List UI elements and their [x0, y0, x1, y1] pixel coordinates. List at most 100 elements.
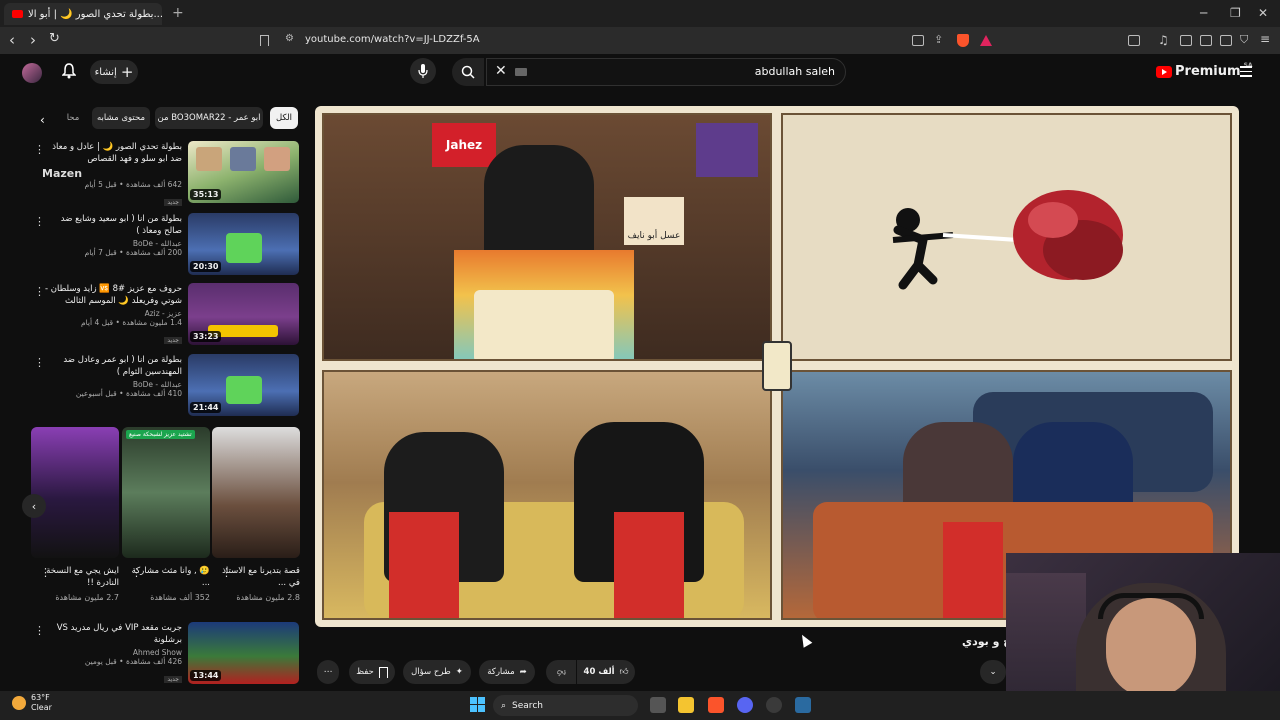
save-button[interactable]: حفظ — [349, 660, 395, 684]
more-options-icon[interactable]: ⋮ — [40, 566, 51, 579]
dislike-button[interactable]: 👍︎ — [546, 660, 576, 684]
video-thumbnail[interactable]: 21:44 — [188, 354, 299, 416]
taskbar-search-label: Search — [512, 700, 543, 711]
discord-icon[interactable] — [737, 697, 753, 713]
expand-description-chevron-icon[interactable]: ⌄ — [980, 660, 1006, 684]
search-button[interactable] — [452, 58, 484, 86]
item-stats: 200 ألف مشاهدة • قبل 7 أيام — [84, 248, 182, 257]
brave-browser-icon[interactable] — [708, 697, 724, 713]
minimize-button[interactable]: ─ — [1200, 6, 1207, 20]
chip-partial[interactable]: محا — [62, 107, 84, 129]
wallet-icon[interactable] — [1200, 35, 1212, 46]
create-button[interactable]: إنشاء + — [90, 60, 138, 84]
back-button[interactable]: ‹ — [9, 31, 15, 49]
windows-start-icon[interactable] — [470, 697, 485, 712]
item-channel[interactable]: عزيز - Aziz — [42, 309, 182, 318]
mouse-cursor-icon — [797, 632, 813, 648]
list-item[interactable]: ⋮ بطولة من انا ( ابو سعيد وشايع ضد صالح … — [30, 213, 300, 275]
more-options-icon[interactable]: ⋮ — [131, 566, 142, 579]
clear-search-icon[interactable]: ✕ — [495, 63, 507, 79]
item-meta: بطولة من انا ( ابو عمر وعادل ضد المهندسي… — [42, 354, 182, 398]
weather-condition: Clear — [31, 703, 52, 712]
browser-tab[interactable]: بطولة تحدي الصور 🌙 | أبو الا... ✕ — [4, 3, 162, 25]
item-title: جربت مقعد VIP في ريال مدريد VS برشلونة — [56, 623, 182, 645]
cast-icon[interactable] — [912, 35, 924, 46]
windows-taskbar: 63°F Clear ⌕ Search — [0, 691, 1280, 720]
list-item[interactable]: ⋮ بطولة تحدي الصور 🌙 | عادل و معاذ ضد اب… — [30, 141, 300, 206]
more-options-icon[interactable]: ⋮ — [221, 566, 232, 579]
close-window-button[interactable]: ✕ — [1258, 6, 1268, 20]
podium-screen — [474, 290, 614, 359]
new-tab-button[interactable]: + — [172, 5, 184, 21]
more-actions-button[interactable]: ⋯ — [317, 660, 339, 684]
duration-badge: 20:30 — [190, 261, 222, 272]
address-bar[interactable]: youtube.com/watch?v=JJ-LDZZf-5A — [305, 34, 480, 45]
share-button[interactable]: مشاركة ➦ — [479, 660, 535, 684]
chip-from-channel[interactable]: من BO3OMAR22 - ابو عمر — [155, 107, 263, 129]
item-channel[interactable]: Ahmed Show — [42, 648, 182, 657]
maximize-button[interactable]: ❐ — [1230, 6, 1241, 20]
chip-related[interactable]: محتوى مشابه — [92, 107, 150, 129]
list-item[interactable]: ⋮ جربت مقعد VIP في ريال مدريد VS برشلونة… — [30, 622, 300, 684]
search-input[interactable]: ✕ abdullah saleh — [486, 58, 846, 86]
brave-shield-icon[interactable] — [957, 34, 969, 47]
duration-badge: 13:44 — [190, 670, 222, 681]
reload-button[interactable]: ↻ — [49, 31, 60, 46]
youtube-premium-logo[interactable]: Premium SA — [1156, 62, 1253, 79]
video-thumbnail[interactable]: 20:30 — [188, 213, 299, 275]
shorts-prev-chevron-icon[interactable]: ‹ — [22, 494, 46, 518]
list-item[interactable]: ⋮ حروف مع عزيز #8 🆚 زايد وسلطان - شوتي و… — [30, 283, 300, 345]
tug-of-war-meat-graphic — [892, 190, 1123, 290]
share-arrow-icon: ➦ — [519, 667, 527, 677]
forward-button[interactable]: › — [30, 31, 36, 49]
video-panel-meat — [781, 113, 1232, 361]
short-overlay-label: تشتيد عزيز لشبحكة صنيع — [126, 430, 195, 439]
voice-search-button[interactable] — [410, 58, 436, 84]
youtube-logo-icon — [1156, 65, 1172, 78]
brave-rewards-icon[interactable] — [980, 35, 992, 46]
notifications-bell-icon[interactable] — [62, 63, 76, 79]
item-channel[interactable]: Mazen — [42, 167, 182, 180]
item-channel[interactable]: عبدالله - BoDe — [42, 380, 182, 389]
list-item[interactable]: ⋮ بطولة من انا ( ابو عمر وعادل ضد المهند… — [30, 354, 300, 416]
obs-icon[interactable] — [766, 697, 782, 713]
item-title: بطولة تحدي الصور 🌙 | عادل و معاذ ضد ابو … — [52, 142, 182, 164]
duration-badge: 33:23 — [190, 331, 222, 342]
item-title: بطولة من انا ( ابو عمر وعادل ضد المهندسي… — [63, 355, 182, 377]
item-channel[interactable]: عبدالله - BoDe — [42, 239, 182, 248]
site-info-icon[interactable]: ⚙ — [285, 33, 294, 44]
duration-badge: 35:13 — [190, 189, 222, 200]
taskbar-search[interactable]: ⌕ Search — [493, 695, 638, 716]
short-thumbnail[interactable] — [31, 427, 119, 558]
video-thumbnail[interactable]: 33:23 — [188, 283, 299, 345]
short-thumbnail[interactable]: تشتيد عزيز لشبحكة صنيع — [122, 427, 210, 558]
honey-label: عسل أبو نايف — [624, 197, 684, 245]
task-view-icon[interactable] — [650, 697, 666, 713]
chip-all[interactable]: الكل — [270, 107, 298, 129]
short-thumbnail[interactable] — [212, 427, 300, 558]
video-thumbnail[interactable]: 13:44 — [188, 622, 299, 684]
microphone-icon — [418, 64, 428, 78]
ask-button[interactable]: طرح سؤال ✦ — [403, 660, 471, 684]
video-player[interactable]: Jahez عسل أبو نايف — [315, 106, 1239, 627]
purple-poster — [696, 123, 758, 177]
app-icon[interactable] — [795, 697, 811, 713]
guide-menu-icon[interactable] — [1240, 66, 1252, 80]
item-meta: جربت مقعد VIP في ريال مدريد VS برشلونة A… — [42, 622, 182, 685]
weather-widget[interactable]: 63°F Clear — [12, 693, 52, 713]
new-badge: جديد — [164, 676, 182, 683]
sidebar-icon[interactable] — [1180, 35, 1192, 46]
vpn-icon[interactable]: ⛉ — [1240, 33, 1248, 47]
short-views: 2.8 مليون مشاهدة — [236, 593, 300, 602]
share-icon[interactable]: ⇪ — [934, 33, 943, 46]
screenshot-icon[interactable] — [1128, 35, 1140, 46]
video-thumbnail[interactable]: 35:13 — [188, 141, 299, 203]
browser-menu-icon[interactable]: ≡ — [1260, 32, 1270, 46]
file-explorer-icon[interactable] — [678, 697, 694, 713]
like-button[interactable]: 40 ألف 👍︎ — [577, 660, 635, 684]
keyboard-icon[interactable] — [515, 68, 527, 76]
leo-icon[interactable] — [1220, 35, 1232, 46]
avatar[interactable] — [22, 63, 42, 83]
bookmark-icon[interactable] — [260, 35, 269, 46]
media-icon[interactable]: ♫ — [1158, 33, 1169, 47]
